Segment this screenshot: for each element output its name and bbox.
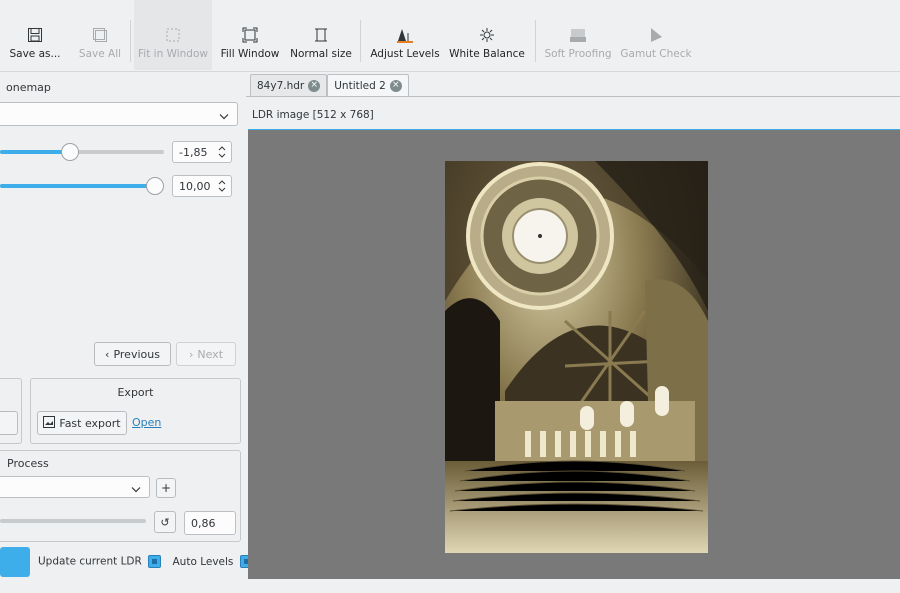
toolbar-separator [360,20,361,62]
image-icon [43,415,56,431]
update-ldr-checkbox[interactable] [148,555,162,568]
add-label: + [160,481,172,495]
slider1-spinbox[interactable]: -1,85 [172,141,232,163]
soft-proofing-label: Soft Proofing [544,48,612,60]
main-toolbar: Save as... Save All Fit in Window Fill W… [0,0,900,72]
normal-size-icon [313,26,329,44]
image-area: 84y7.hdr × Untitled 2 × LDR image [512 x… [246,72,900,593]
fast-export-label: Fast export [59,416,121,430]
close-icon[interactable]: × [389,79,402,92]
slider1-handle[interactable] [61,143,79,161]
tab-84y7-hdr[interactable]: 84y7.hdr × [250,74,328,96]
white-balance-icon [479,26,495,44]
gamut-check-icon [648,26,664,44]
spin-arrows-icon[interactable] [218,179,226,193]
process-value-field[interactable]: 0,86 [184,511,236,535]
export-title: Export [117,386,154,399]
normal-size-label: Normal size [290,48,352,60]
tab-untitled-2[interactable]: Untitled 2 × [327,74,409,96]
process-title: Process [7,457,49,470]
slider1-fill [0,150,70,154]
add-button[interactable]: + [156,478,176,498]
viewer-subtitle: LDR image [512 x 768] [252,109,374,121]
normal-size-button[interactable]: Normal size [288,0,354,70]
fill-window-icon [242,26,258,44]
process-slider-track[interactable] [0,519,146,523]
tab-label: Untitled 2 [334,79,386,92]
tab-label: 84y7.hdr [257,79,305,92]
fit-window-icon [165,26,181,44]
save-all-label: Save All [78,48,122,60]
spin-arrows-icon[interactable] [218,145,226,159]
tonemap-panel: onemap -1,85 10,00 ‹ Previous › Next Exp… [0,72,253,593]
adjust-levels-icon [396,26,414,44]
fill-window-button[interactable]: Fill Window [216,0,284,70]
process-value: 0,86 [191,516,216,530]
update-ldr-label: Update current LDR [38,555,142,568]
document-tabs: 84y7.hdr × Untitled 2 × [250,74,409,96]
gamut-check-button[interactable]: Gamut Check [620,0,692,70]
slider2-handle[interactable] [146,177,164,195]
chevron-left-icon: ‹ [105,347,110,361]
slider2-value: 10,00 [179,179,211,193]
soft-proofing-button[interactable]: Soft Proofing [542,0,614,70]
gamut-check-label: Gamut Check [620,48,692,60]
previous-button[interactable]: ‹ Previous [94,342,171,366]
save-all-icon [92,26,108,44]
chevron-right-icon: › [188,347,194,361]
save-all-button[interactable]: Save All [74,0,126,70]
slider1-value: -1,85 [179,145,208,159]
tonemap-button[interactable] [0,547,30,577]
white-balance-button[interactable]: White Balance [446,0,528,70]
white-balance-label: White Balance [449,48,525,60]
save-as-button[interactable]: Save as... [4,0,66,70]
reset-icon: ↺ [160,515,170,529]
close-icon[interactable]: × [308,79,321,92]
previous-label: Previous [113,347,160,361]
next-button[interactable]: › Next [176,342,236,366]
toolbar-separator [130,20,131,62]
image-viewer[interactable] [248,129,900,579]
chevron-down-icon [131,478,141,497]
save-as-label: Save as... [9,48,61,60]
ldr-image [445,161,708,553]
update-ldr-option[interactable]: Update current LDR Auto Levels [38,555,253,568]
auto-levels-label: Auto Levels [172,555,234,568]
cathedral-image [445,161,708,553]
left-cut-button[interactable] [0,411,18,435]
fit-in-window-label: Fit in Window [138,48,208,60]
process-combo[interactable] [0,476,150,498]
save-icon [27,26,43,44]
fit-in-window-button[interactable]: Fit in Window [134,0,212,70]
slider2-spinbox[interactable]: 10,00 [172,175,232,197]
operator-combo[interactable] [0,102,238,126]
slider2-fill [0,184,155,188]
fast-export-button[interactable]: Fast export [37,411,127,435]
soft-proofing-icon [569,26,587,44]
tonemap-title: onemap [6,81,51,94]
adjust-levels-button[interactable]: Adjust Levels [368,0,442,70]
open-link[interactable]: Open [132,416,161,429]
reset-button[interactable]: ↺ [154,511,176,533]
toolbar-separator [535,20,536,62]
adjust-levels-label: Adjust Levels [370,48,440,60]
fill-window-label: Fill Window [220,48,280,60]
chevron-down-icon [219,105,229,124]
tab-divider [246,96,900,97]
next-label: Next [197,347,224,361]
